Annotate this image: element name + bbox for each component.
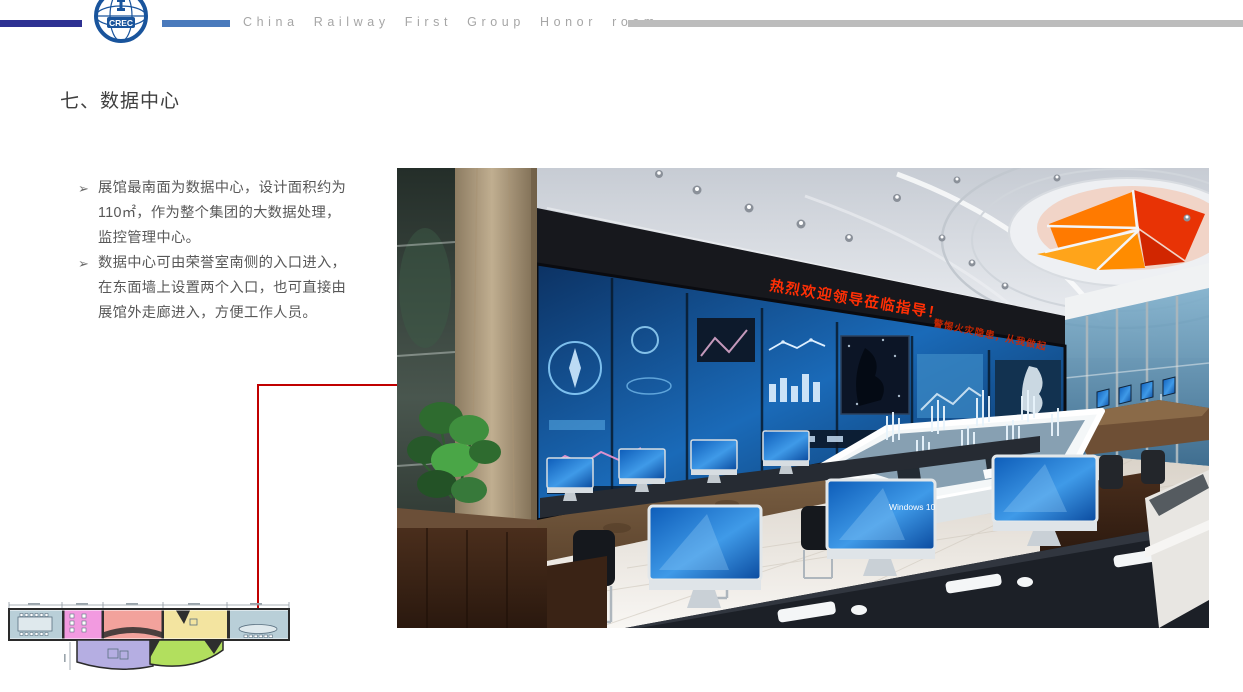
bullet-text: 数据中心可由荣誉室南侧的入口进入，在东面墙上设置两个入口，也可直接由展馆外走廊进… <box>98 251 350 326</box>
floor-plan <box>8 602 290 676</box>
bullet-marker: ➢ <box>78 176 98 251</box>
header-navy-bar <box>0 20 82 27</box>
bullet-item: ➢ 数据中心可由荣誉室南侧的入口进入，在东面墙上设置两个入口，也可直接由展馆外走… <box>78 251 354 326</box>
slide-page: CREC China Railway First Group Honor roo… <box>0 0 1243 692</box>
header-gray-bar <box>628 20 1243 27</box>
callout-line-vertical <box>257 384 259 622</box>
bullet-list: ➢ 展馆最南面为数据中心，设计面积约为110㎡，作为整个集团的大数据处理，监控管… <box>78 176 354 326</box>
bullet-text: 展馆最南面为数据中心，设计面积约为110㎡，作为整个集团的大数据处理，监控管理中… <box>98 176 350 251</box>
data-center-rendering: 热烈欢迎领导莅临指导！ 警惕火灾隐患，从我做起 <box>397 168 1209 628</box>
crec-logo-text: CREC <box>109 18 133 28</box>
brand-text: China Railway First Group Honor room <box>243 15 659 29</box>
callout-line-horizontal <box>257 384 397 386</box>
header-blue-bar <box>162 20 230 27</box>
bullet-marker: ➢ <box>78 251 98 326</box>
windows-label: Windows 10 <box>889 502 936 512</box>
marble-column <box>455 168 537 568</box>
bullet-item: ➢ 展馆最南面为数据中心，设计面积约为110㎡，作为整个集团的大数据处理，监控管… <box>78 176 354 251</box>
crec-logo-icon: CREC <box>92 0 150 45</box>
page-title: 七、数据中心 <box>60 86 180 113</box>
